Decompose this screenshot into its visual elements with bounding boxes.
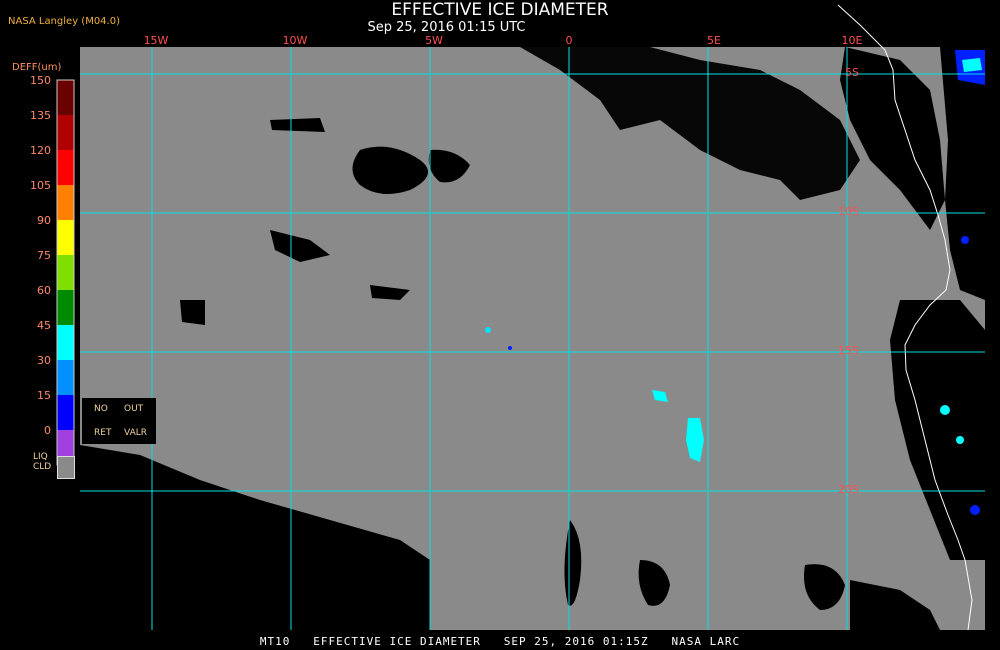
lat-label-10s: 10S	[838, 205, 859, 218]
lon-label-15w: 15W	[143, 34, 169, 47]
color-bar-segment	[57, 255, 74, 290]
lon-label-10e: 10E	[841, 34, 863, 47]
color-bar-tick-label: 30	[37, 354, 51, 367]
no-label: NO	[94, 404, 108, 414]
lat-label-20s: 20S	[838, 483, 859, 496]
cld-label: CLD	[33, 462, 52, 472]
lat-label-15s: 15S	[838, 344, 859, 357]
color-bar-tick-label: 105	[30, 179, 51, 192]
color-bar-segment	[57, 290, 74, 325]
footer-caption: MT10 EFFECTIVE ICE DIAMETER SEP 25, 2016…	[259, 635, 741, 648]
color-bar-tick-label: 45	[37, 319, 51, 332]
color-bar-tick-label: 150	[30, 74, 51, 87]
lat-label-5s: 5S	[845, 66, 859, 79]
color-bar-tick-label: 135	[30, 109, 51, 122]
lon-label-10w: 10W	[282, 34, 308, 47]
color-bar	[56, 79, 75, 466]
color-bar-tick-label: 0	[44, 424, 51, 437]
liquid-cloud-swatch	[57, 456, 75, 479]
liq-label: LIQ	[33, 452, 48, 462]
color-bar-tick-label: 60	[37, 284, 51, 297]
color-bar-segment	[57, 150, 74, 185]
color-bar-tick-label: 90	[37, 214, 51, 227]
satellite-map	[56, 4, 985, 631]
color-bar-tick-label: 75	[37, 249, 51, 262]
lon-label-0: 0	[565, 34, 573, 47]
page-title: EFFECTIVE ICE DIAMETER	[391, 0, 609, 20]
ret-label: RET	[94, 428, 112, 438]
color-bar-segment	[57, 360, 74, 395]
out-label: OUT	[124, 404, 144, 414]
color-bar-segment	[57, 115, 74, 150]
no-retrieval-key: NO OUT RET VALR	[82, 398, 156, 444]
liquid-cloud-label: LIQ CLD	[33, 452, 51, 472]
color-bar-tick-label: 120	[30, 144, 51, 157]
color-bar-segment	[57, 80, 74, 115]
lon-label-5e: 5E	[707, 34, 721, 47]
organization-label: NASA Langley (M04.0)	[8, 16, 120, 27]
color-bar-segment	[57, 395, 74, 430]
lon-label-5w: 5W	[425, 34, 443, 47]
timestamp: Sep 25, 2016 01:15 UTC	[367, 20, 526, 35]
color-bar-segment	[57, 185, 74, 220]
valr-label: VALR	[124, 428, 148, 438]
color-bar-tick-label: 15	[37, 389, 51, 402]
color-bar-segment	[57, 220, 74, 255]
legend-title: DEFF(um)	[12, 62, 62, 73]
color-bar-segment	[57, 325, 74, 360]
